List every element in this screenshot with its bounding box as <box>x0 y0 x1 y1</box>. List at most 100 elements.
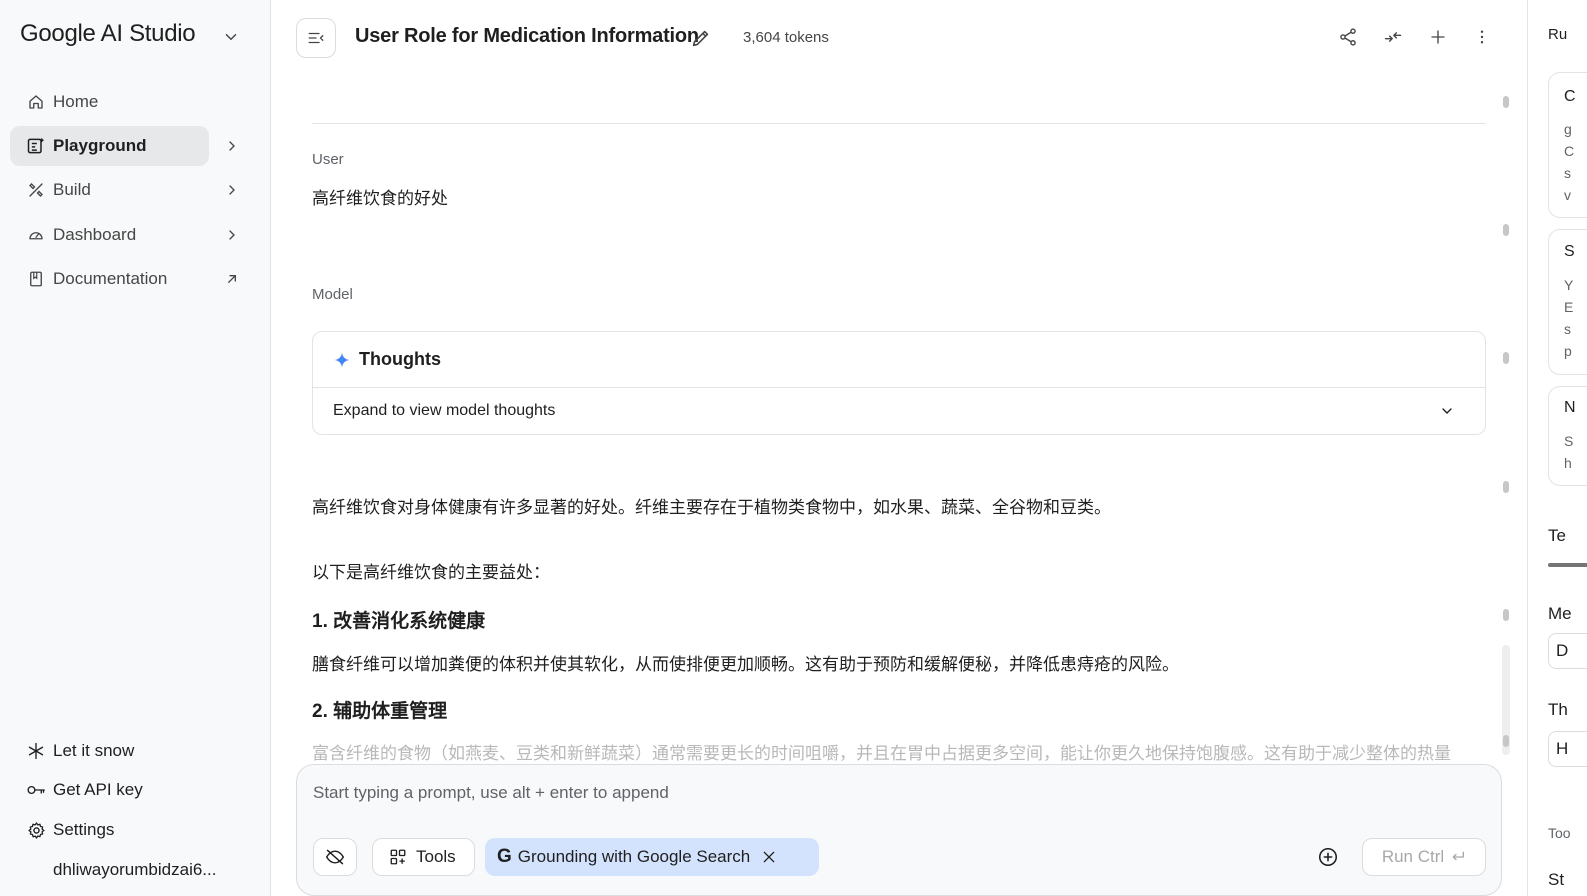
scroll-marker[interactable] <box>1503 735 1509 747</box>
run-settings-panel: Ru C g C s v S Y E s p N S h Te Me D Th … <box>1527 0 1587 896</box>
enter-key-icon <box>1452 851 1465 861</box>
grounding-label: Grounding with Google Search <box>517 847 751 866</box>
select-value: D <box>1556 641 1569 660</box>
card-text: E <box>1564 299 1574 315</box>
tools-section-label: Too <box>1548 825 1571 841</box>
card-text: S <box>1564 433 1574 449</box>
thoughts-panel[interactable]: Thoughts Expand to view model thoughts <box>312 331 1486 435</box>
media-resolution-label: Me <box>1548 604 1572 623</box>
book-icon <box>26 269 46 289</box>
sidebar-item-get-api-key[interactable]: Get API key <box>26 776 143 804</box>
app-brand[interactable]: Google AI Studio <box>20 20 196 48</box>
chevron-down-icon[interactable] <box>1439 403 1455 419</box>
sidebar-item-label: Documentation <box>53 269 168 288</box>
more-vertical-icon[interactable] <box>1471 26 1493 48</box>
card-text: g <box>1564 121 1572 137</box>
chevron-down-icon[interactable] <box>222 28 240 46</box>
temperature-label: Te <box>1548 526 1566 545</box>
card-text: C <box>1564 143 1575 159</box>
sidebar-item-label: Settings <box>53 820 115 839</box>
card-text: v <box>1564 187 1571 203</box>
close-icon[interactable] <box>761 849 777 865</box>
sidebar-item-documentation[interactable]: Documentation <box>10 259 260 299</box>
sidebar-item-label: Build <box>53 180 91 199</box>
structured-output-label: St <box>1548 870 1565 889</box>
sidebar-item-label: Dashboard <box>53 225 137 244</box>
model-role-label: Model <box>312 286 353 303</box>
model-heading: 1. 改善消化系统健康 <box>312 611 486 632</box>
chat-scroll-markers[interactable] <box>1499 90 1513 760</box>
sidebar-item-home[interactable]: Home <box>10 82 260 122</box>
sidebar: Google AI Studio Home Playground Build D… <box>0 0 271 896</box>
account-name[interactable]: dhliwayorumbidzai6... <box>53 860 216 880</box>
add-circle-icon[interactable] <box>1317 846 1339 868</box>
card-text: h <box>1564 455 1572 471</box>
card-text: p <box>1564 343 1572 359</box>
sidebar-item-playground[interactable]: Playground <box>10 126 209 166</box>
chevron-right-icon[interactable] <box>224 227 240 243</box>
prompt-composer: Start typing a prompt, use alt + enter t… <box>296 764 1502 896</box>
sidebar-item-dashboard[interactable]: Dashboard <box>10 215 260 255</box>
tools-button[interactable]: Tools <box>372 838 475 876</box>
scroll-marker[interactable] <box>1503 352 1509 364</box>
sidebar-item-build[interactable]: Build <box>10 170 260 210</box>
scroll-marker[interactable] <box>1503 96 1509 108</box>
key-icon <box>26 780 46 800</box>
page-title: User Role for Medication Information <box>355 25 699 47</box>
expand-thoughts-toggle[interactable]: Expand to view model thoughts <box>333 402 555 420</box>
user-role-label: User <box>312 151 344 168</box>
model-heading: 2. 辅助体重管理 <box>312 701 448 722</box>
model-paragraph-faded: 富含纤维的食物（如燕麦、豆类和新鲜蔬菜）通常需要更长的时间咀嚼，并且在胃中占据更… <box>312 744 1451 763</box>
build-icon <box>26 180 46 200</box>
chevron-right-icon[interactable] <box>224 182 240 198</box>
scroll-marker[interactable] <box>1503 481 1509 493</box>
scroll-marker[interactable] <box>1503 609 1509 621</box>
sparkle-icon <box>334 352 350 367</box>
card-text: s <box>1564 321 1571 337</box>
model-paragraph: 膳食纤维可以增加粪便的体积并使其软化，从而使排便更加顺畅。这有助于预防和缓解便秘… <box>312 655 1179 674</box>
sidebar-item-label: Home <box>53 92 99 111</box>
temperature-slider[interactable] <box>1548 563 1587 567</box>
token-count: 3,604 tokens <box>743 29 829 46</box>
menu-collapse-icon <box>308 32 324 44</box>
new-chat-plus-icon[interactable] <box>1427 26 1449 48</box>
divider <box>312 123 1486 124</box>
thoughts-title: Thoughts <box>359 349 441 369</box>
card-text: s <box>1564 165 1571 181</box>
sidebar-item-label: Playground <box>53 136 147 155</box>
run-button[interactable]: Run Ctrl <box>1362 838 1486 876</box>
dashboard-icon <box>26 225 46 245</box>
eye-off-icon <box>325 849 345 865</box>
card-text: Y <box>1564 277 1574 293</box>
model-paragraph: 高纤维饮食对身体健康有许多显著的好处。纤维主要存在于植物类食物中，如水果、蔬菜、… <box>312 498 1111 517</box>
card-title: S <box>1564 243 1575 260</box>
home-icon <box>26 92 46 112</box>
run-settings-title: Ru <box>1548 26 1568 43</box>
model-paragraph: 以下是高纤维饮食的主要益处： <box>312 563 550 582</box>
edit-title-icon[interactable] <box>690 27 712 49</box>
google-g-icon: G <box>497 846 512 867</box>
card-title: C <box>1564 88 1576 105</box>
chat-content[interactable]: User 高纤维饮食的好处 Model Thoughts Expand to v… <box>272 76 1526 766</box>
scroll-marker[interactable] <box>1503 224 1509 236</box>
thinking-label: Th <box>1548 700 1568 719</box>
hide-button[interactable] <box>313 838 357 876</box>
sidebar-item-settings[interactable]: Settings <box>26 816 114 844</box>
gear-icon <box>26 820 46 840</box>
user-message[interactable]: 高纤维饮食的好处 <box>312 184 448 209</box>
compare-icon[interactable] <box>1382 26 1404 48</box>
select-value: H <box>1556 739 1569 758</box>
grounding-chip[interactable]: G Grounding with Google Search <box>485 838 819 876</box>
external-link-icon[interactable] <box>224 271 240 287</box>
prompt-input[interactable]: Start typing a prompt, use alt + enter t… <box>313 783 669 803</box>
share-icon[interactable] <box>1337 26 1359 48</box>
header: User Role for Medication Information 3,6… <box>272 0 1526 76</box>
sidebar-item-let-it-snow[interactable]: Let it snow <box>26 737 134 765</box>
chevron-right-icon[interactable] <box>224 138 240 154</box>
tools-label: Tools <box>416 847 456 866</box>
thoughts-header: Thoughts <box>313 332 1485 388</box>
toggle-sidebar-button[interactable] <box>296 18 336 58</box>
sidebar-item-label: Get API key <box>53 780 143 799</box>
run-label: Run Ctrl <box>1381 847 1445 866</box>
playground-icon <box>26 136 46 156</box>
